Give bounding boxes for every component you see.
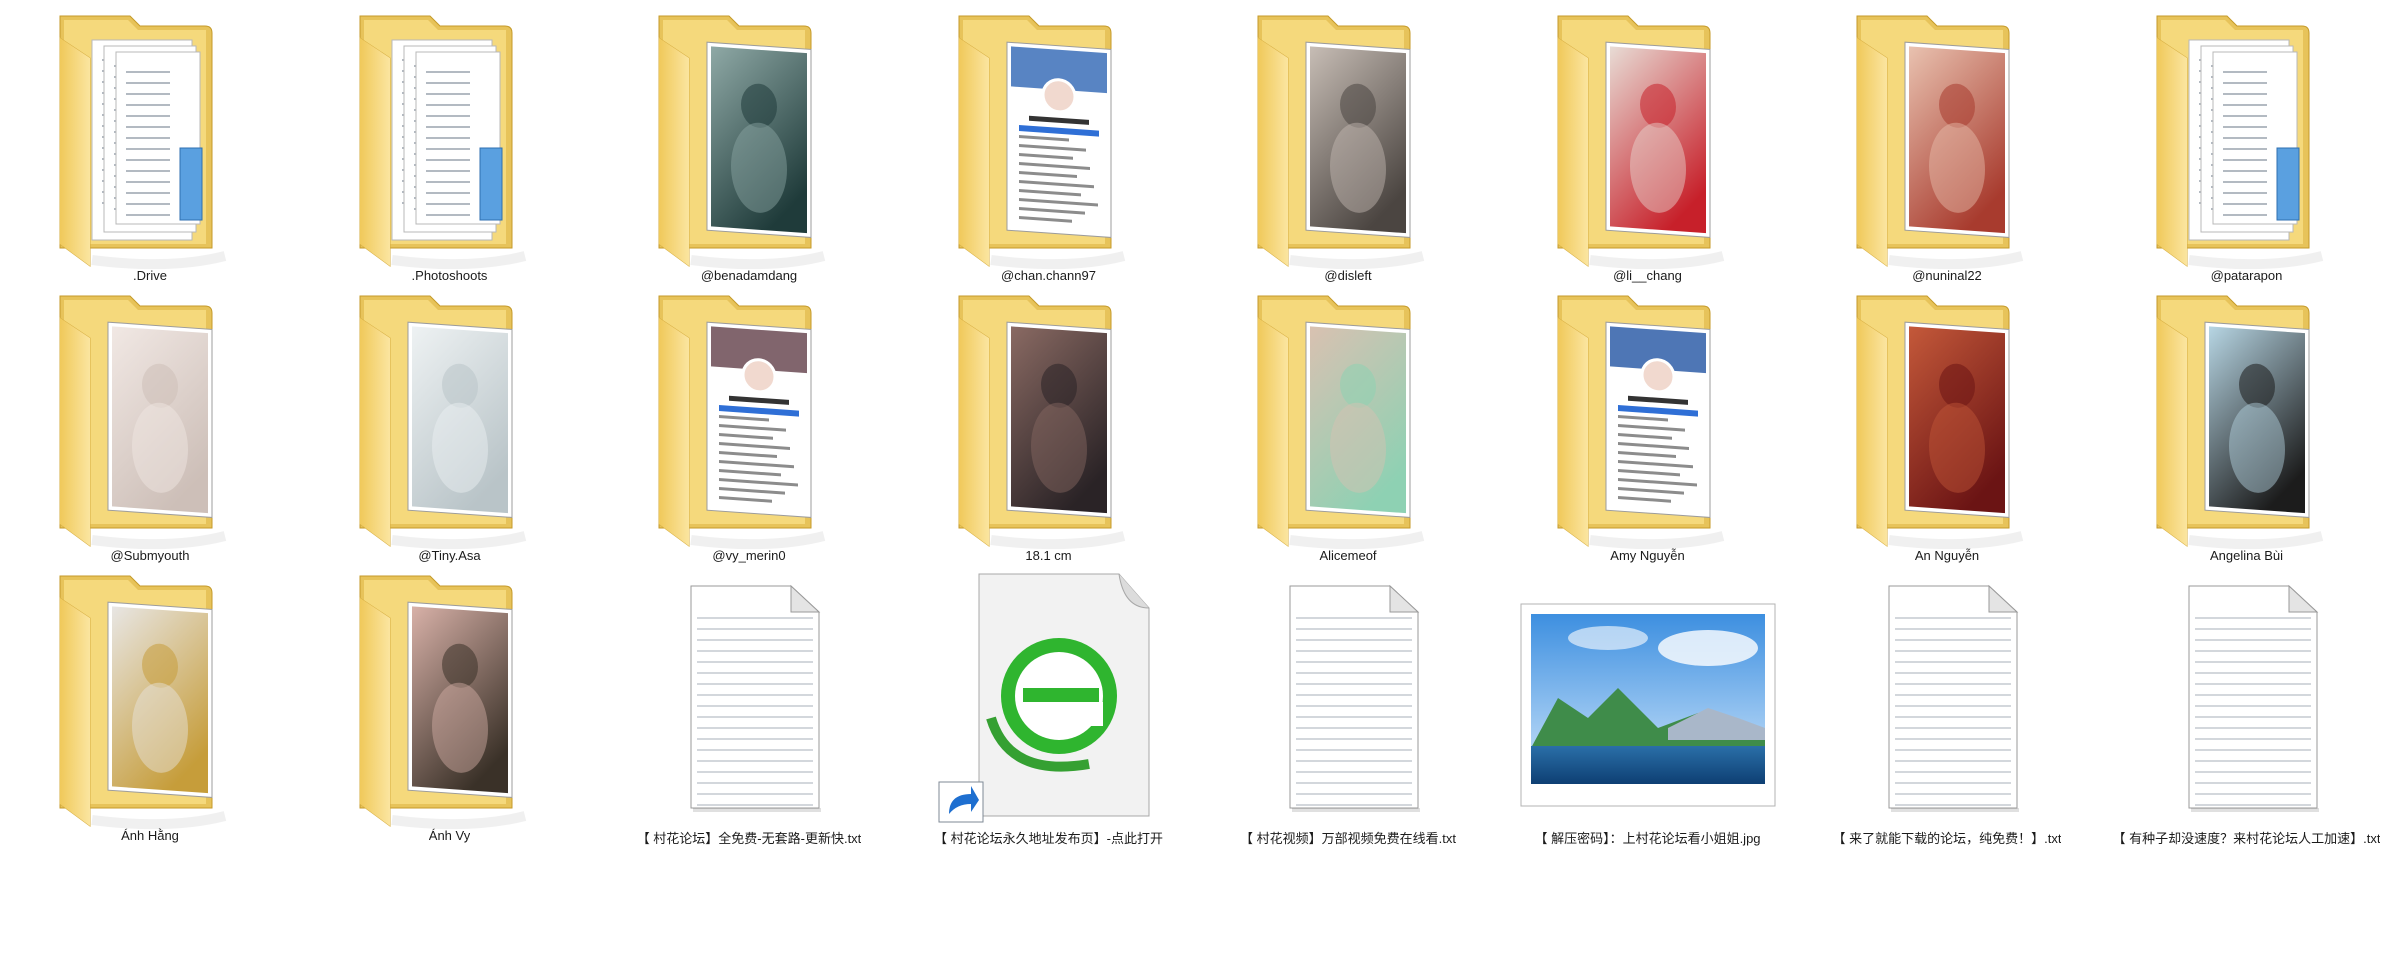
item-label: @li__chang: [1613, 268, 1682, 283]
item-label: Ánh Vy: [428, 828, 471, 843]
folder-item[interactable]: @patarapon: [2102, 8, 2392, 288]
item-label: @vy_merin0: [712, 548, 786, 563]
folder-item[interactable]: Alicemeof: [1203, 288, 1493, 568]
text-file-icon: [1218, 568, 1478, 826]
folder-item[interactable]: Angelina Bùi: [2102, 288, 2392, 568]
folder-item[interactable]: Ánh Vy: [305, 568, 595, 848]
folder-icon: [320, 288, 580, 550]
folder-icon: [919, 8, 1179, 270]
folder-item[interactable]: .Drive: [5, 8, 295, 288]
item-label: @disleft: [1324, 268, 1372, 283]
folder-icon: [20, 288, 280, 550]
folder-item[interactable]: 18.1 cm: [904, 288, 1194, 568]
image-file-icon: [1518, 568, 1778, 826]
folder-icon: [320, 8, 580, 270]
item-label: @chan.chann97: [1001, 268, 1096, 283]
folder-icon: [2117, 8, 2377, 270]
folder-icon: [1518, 288, 1778, 550]
text-file-icon: [2117, 568, 2377, 826]
folder-item[interactable]: @Submyouth: [5, 288, 295, 568]
item-label: Ánh Hằng: [121, 828, 179, 843]
file-item[interactable]: 【 村花论坛】全免费-无套路-更新快.txt: [604, 568, 894, 848]
folder-icon: [2117, 288, 2377, 550]
folder-icon: [1817, 288, 2077, 550]
item-label: @patarapon: [2210, 268, 2283, 283]
shortcut-item[interactable]: 【 村花论坛永久地址发布页】-点此打开: [904, 568, 1194, 848]
folder-icon: [619, 8, 879, 270]
item-label: 【 解压密码】：上村花论坛看小姐姐.jpg: [1534, 831, 1761, 846]
text-file-icon: [619, 568, 879, 826]
folder-icon: [619, 288, 879, 550]
folder-item[interactable]: @disleft: [1203, 8, 1493, 288]
item-label: @nuninal22: [1912, 268, 1982, 283]
browser-shortcut-icon: [919, 568, 1179, 826]
folder-icon: [20, 8, 280, 270]
item-label: 【 村花视频】万部视频免费在线看.txt: [1240, 831, 1456, 846]
folder-item[interactable]: An Nguyễn: [1802, 288, 2092, 568]
folder-icon: [320, 568, 580, 830]
item-label: .Drive: [133, 268, 167, 283]
file-item[interactable]: 【 来了就能下载的论坛，纯免费！】.txt: [1802, 568, 2092, 848]
item-label: An Nguyễn: [1914, 548, 1980, 563]
folder-icon: [1218, 288, 1478, 550]
folder-item[interactable]: @benadamdang: [604, 8, 894, 288]
folder-icon: [919, 288, 1179, 550]
item-label: Alicemeof: [1319, 548, 1377, 563]
folder-icon: [1518, 8, 1778, 270]
item-label: 18.1 cm: [1025, 548, 1072, 563]
file-grid: .Drive .Photoshoots @benadamdang @chan.c…: [0, 0, 2397, 963]
folder-item[interactable]: @nuninal22: [1802, 8, 2092, 288]
item-label: 【 村花论坛永久地址发布页】-点此打开: [934, 831, 1163, 846]
folder-item[interactable]: Amy Nguyễn: [1503, 288, 1793, 568]
item-label: Angelina Bùi: [2210, 548, 2283, 563]
file-item[interactable]: 【 村花视频】万部视频免费在线看.txt: [1203, 568, 1493, 848]
item-label: 【 来了就能下载的论坛，纯免费！】.txt: [1832, 831, 2062, 846]
folder-icon: [1817, 8, 2077, 270]
folder-icon: [1218, 8, 1478, 270]
file-item[interactable]: 【 有种子却没速度？来村花论坛人工加速】.txt: [2102, 568, 2392, 848]
item-label: Amy Nguyễn: [1610, 548, 1685, 563]
folder-icon: [20, 568, 280, 830]
item-label: 【 村花论坛】全免费-无套路-更新快.txt: [636, 831, 862, 846]
folder-item[interactable]: Ánh Hằng: [5, 568, 295, 848]
item-label: @benadamdang: [700, 268, 798, 283]
folder-item[interactable]: @Tiny.Asa: [305, 288, 595, 568]
item-label: @Tiny.Asa: [418, 548, 481, 563]
folder-item[interactable]: @chan.chann97: [904, 8, 1194, 288]
item-label: .Photoshoots: [411, 268, 488, 283]
item-label: @Submyouth: [110, 548, 190, 563]
folder-item[interactable]: @li__chang: [1503, 8, 1793, 288]
folder-item[interactable]: .Photoshoots: [305, 8, 595, 288]
text-file-icon: [1817, 568, 2077, 826]
folder-item[interactable]: @vy_merin0: [604, 288, 894, 568]
file-item[interactable]: 【 解压密码】：上村花论坛看小姐姐.jpg: [1503, 568, 1793, 848]
item-label: 【 有种子却没速度？来村花论坛人工加速】.txt: [2112, 831, 2381, 846]
